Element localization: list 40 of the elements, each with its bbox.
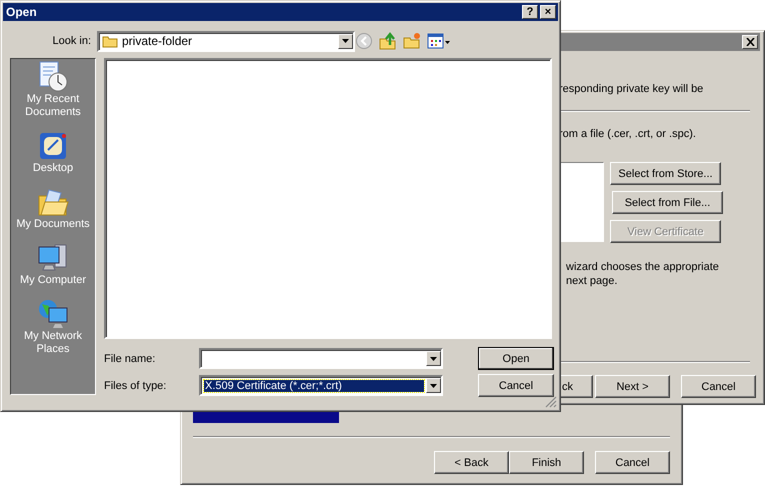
wizard-button[interactable]: < Back — [434, 451, 509, 474]
places-label: My Computer — [18, 274, 88, 287]
cancel-button[interactable]: Cancel — [478, 374, 554, 397]
view-menu-icon[interactable] — [427, 32, 451, 50]
close-icon — [746, 38, 754, 46]
places-label: My Recent Documents — [24, 93, 82, 119]
network-icon — [37, 298, 69, 330]
open-button[interactable]: Open — [478, 347, 554, 370]
file-name-label: File name: — [104, 352, 156, 364]
places-label: Desktop — [32, 162, 74, 175]
look-in-dropdown[interactable]: private-folder — [97, 30, 355, 52]
wizard-button[interactable]: Cancel — [681, 375, 756, 398]
wizard-button[interactable]: Select from File... — [612, 191, 723, 214]
window-title: Open — [6, 5, 37, 19]
places-item[interactable]: My Computer — [12, 242, 94, 287]
places-label: My Documents — [15, 218, 91, 231]
wizard-text: responding private key will be — [558, 82, 704, 96]
clock-document-icon — [37, 61, 69, 93]
close-button[interactable] — [742, 35, 758, 49]
places-item[interactable]: My Network Places — [12, 298, 94, 356]
title-bar-button[interactable]: ? — [522, 5, 538, 19]
file-type-dropdown[interactable]: X.509 Certificate (*.cer;*.crt) — [199, 375, 443, 396]
file-type-label: Files of type: — [104, 380, 168, 392]
places-item[interactable]: My Documents — [12, 186, 94, 231]
folder-icon — [102, 34, 118, 48]
places-item[interactable]: Desktop — [12, 130, 94, 175]
desktop-icon — [37, 130, 69, 162]
up-folder-icon[interactable] — [379, 32, 397, 50]
wizard-button[interactable]: Select from Store... — [610, 162, 721, 185]
file-name-field[interactable] — [199, 348, 443, 369]
title-bar-button[interactable]: × — [540, 5, 556, 19]
wizard-button[interactable]: Finish — [509, 451, 584, 474]
places-label: My Network Places — [22, 330, 84, 356]
resize-grip-icon[interactable] — [545, 396, 557, 408]
wizard-button[interactable]: Cancel — [595, 451, 670, 474]
places-item[interactable]: My Recent Documents — [12, 61, 94, 119]
back-icon[interactable] — [355, 32, 373, 50]
look-in-label: Look in: — [51, 35, 92, 47]
wizard-button[interactable]: Next > — [595, 375, 670, 398]
wizard-text: wizard chooses the appropriate next page. — [565, 260, 720, 288]
